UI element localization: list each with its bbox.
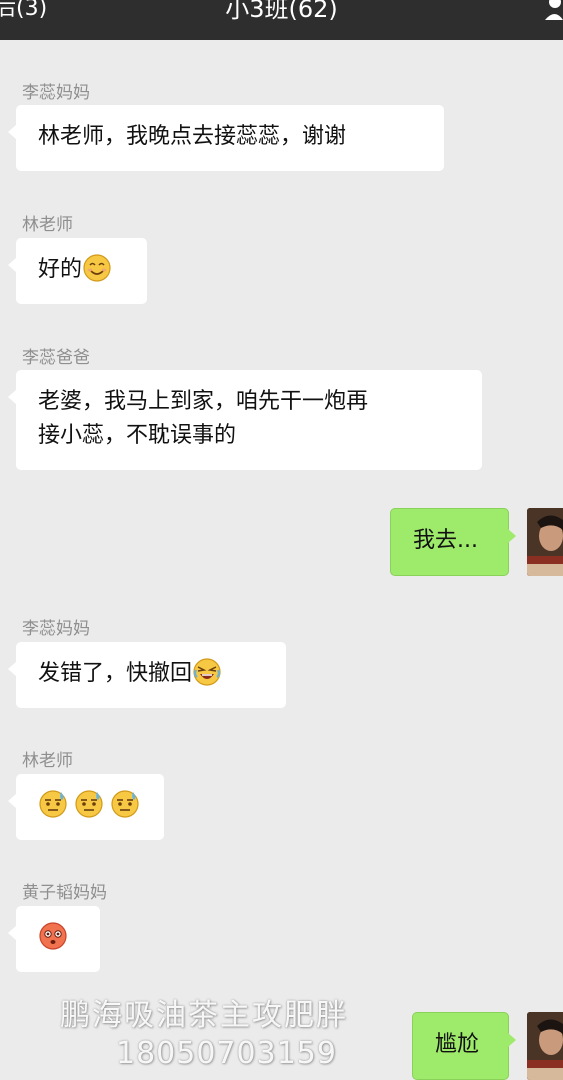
sweat-emoji-icon xyxy=(110,789,140,819)
message-bubble-self[interactable]: 尴尬 xyxy=(412,1012,516,1080)
avatar[interactable] xyxy=(527,1012,563,1080)
watermark-line-2: 18050703159 xyxy=(116,1036,337,1071)
message-bubble[interactable]: 好的 xyxy=(8,238,147,304)
chat-header: 后(3) 小3班(62) xyxy=(0,0,563,40)
watermark-line-1: 鹏海吸油茶主攻肥胖 xyxy=(60,998,348,1033)
sender-name: 李蕊妈妈 xyxy=(22,83,90,103)
avatar[interactable] xyxy=(527,508,563,576)
crying-laugh-emoji-icon xyxy=(192,657,222,687)
sender-name: 李蕊爸爸 xyxy=(22,348,90,368)
message-bubble[interactable] xyxy=(8,774,164,840)
message-text: 我去... xyxy=(413,528,478,553)
sender-name: 林老师 xyxy=(22,215,73,235)
message-bubble[interactable] xyxy=(8,906,100,972)
message-bubble-self[interactable]: 我去... xyxy=(390,508,516,576)
smile-emoji-icon xyxy=(82,253,112,283)
sweat-emoji-icon xyxy=(74,789,104,819)
blush-shock-emoji-icon xyxy=(38,921,68,951)
sender-name: 林老师 xyxy=(22,751,73,771)
group-title: 小3班(62) xyxy=(225,0,338,23)
message-bubble[interactable]: 老婆，我马上到家，咱先干一炮再 接小蕊，不耽误事的 xyxy=(8,370,482,470)
message-text: 发错了，快撤回 xyxy=(38,661,193,686)
sweat-emoji-icon xyxy=(38,789,68,819)
sender-name: 黄子韬妈妈 xyxy=(22,883,107,903)
message-text: 尴尬 xyxy=(435,1032,480,1057)
person-icon[interactable] xyxy=(543,0,563,20)
message-text: 林老师，我晚点去接蕊蕊，谢谢 xyxy=(38,124,347,149)
message-text: 老婆，我马上到家，咱先干一炮再 接小蕊，不耽误事的 xyxy=(38,389,369,448)
sender-name: 李蕊妈妈 xyxy=(22,619,90,639)
message-text: 好的 xyxy=(38,257,83,282)
message-bubble[interactable]: 林老师，我晚点去接蕊蕊，谢谢 xyxy=(8,105,444,171)
message-bubble[interactable]: 发错了，快撤回 xyxy=(8,642,286,708)
